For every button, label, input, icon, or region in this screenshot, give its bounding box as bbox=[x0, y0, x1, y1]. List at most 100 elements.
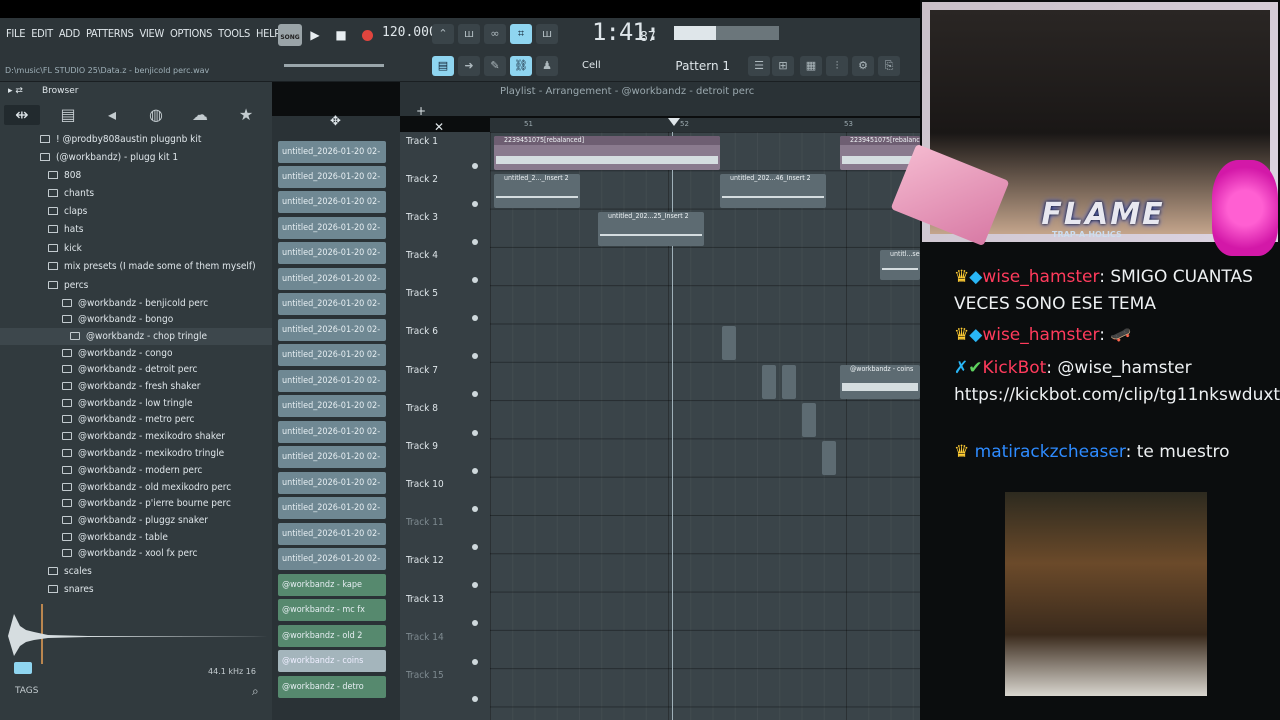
browser-toggle-icon[interactable]: ⚙ bbox=[852, 56, 874, 76]
move-icon[interactable]: ✥ bbox=[330, 114, 341, 129]
cloud-tab-icon[interactable]: ☁ bbox=[190, 105, 210, 125]
track-name[interactable]: Track 10 bbox=[406, 479, 444, 490]
browser-menu-icon[interactable]: ▸ ⇄ bbox=[8, 86, 23, 96]
picker-clip[interactable]: untitled_2026-01-20 02- bbox=[278, 344, 386, 366]
browser-folder[interactable]: 808 bbox=[0, 167, 272, 184]
browser-file[interactable]: @workbandz - p'ierre bourne perc bbox=[0, 495, 272, 512]
record-icon[interactable] bbox=[356, 24, 378, 46]
playlist-audio-clip[interactable]: @workbandz - coins bbox=[840, 365, 920, 399]
chat-username[interactable]: wise_hamster bbox=[982, 267, 1099, 287]
all-tab-icon[interactable]: ⇹ bbox=[4, 105, 40, 125]
browser-folder[interactable]: claps bbox=[0, 203, 272, 220]
track-name[interactable]: Track 6 bbox=[406, 326, 438, 337]
playlist-pattern-clip[interactable] bbox=[802, 403, 816, 437]
countdown-icon[interactable]: ∞ bbox=[484, 24, 506, 44]
playlist-pattern-clip[interactable] bbox=[762, 365, 776, 399]
picker-clip[interactable]: untitled_2026-01-20 02- bbox=[278, 319, 386, 341]
pencil-icon[interactable]: ✎ bbox=[484, 56, 506, 76]
stamp-icon[interactable]: ♟ bbox=[536, 56, 558, 76]
save-icon[interactable]: ⎘ bbox=[878, 56, 900, 76]
tempo-display[interactable]: 120.000 bbox=[382, 25, 437, 40]
link-icon[interactable]: ⛓ bbox=[510, 56, 532, 76]
stop-icon[interactable]: ■ bbox=[330, 24, 352, 46]
step-edit-icon[interactable]: ш bbox=[536, 24, 558, 44]
track-mute-led[interactable] bbox=[472, 620, 478, 626]
picker-clip[interactable]: untitled_2026-01-20 02- bbox=[278, 523, 386, 545]
picker-clip[interactable]: untitled_2026-01-20 02- bbox=[278, 395, 386, 417]
track-mute-led[interactable] bbox=[472, 315, 478, 321]
track-mute-led[interactable] bbox=[472, 696, 478, 702]
browser-file[interactable]: @workbandz - bongo bbox=[0, 311, 272, 328]
piano-roll-icon[interactable]: ▦ bbox=[800, 56, 822, 76]
playlist-audio-clip[interactable]: 2239451075[rebalanced] bbox=[494, 136, 720, 170]
playlist-audio-clip[interactable]: untitled_202...46_Insert 2 bbox=[720, 174, 826, 208]
track-mute-led[interactable] bbox=[472, 468, 478, 474]
track-name[interactable]: Track 9 bbox=[406, 441, 438, 452]
browser-folder[interactable]: mix presets (I made some of them myself) bbox=[0, 258, 272, 275]
loop-record-icon[interactable]: ⌗ bbox=[510, 24, 532, 44]
browser-folder[interactable]: ! @prodby808austin pluggnb kit bbox=[0, 131, 272, 148]
picker-clip[interactable]: untitled_2026-01-20 02- bbox=[278, 472, 386, 494]
picker-clip[interactable]: untitled_2026-01-20 02- bbox=[278, 293, 386, 315]
song-mode-button[interactable]: SONG bbox=[278, 24, 302, 46]
play-icon[interactable]: ▶ bbox=[304, 24, 326, 46]
snap-select[interactable]: Cell bbox=[568, 56, 658, 76]
browser-folder[interactable]: percs bbox=[0, 277, 272, 294]
menu-edit[interactable]: EDIT bbox=[31, 27, 53, 40]
picker-clip[interactable]: untitled_2026-01-20 02- bbox=[278, 548, 386, 570]
master-volume-slider[interactable] bbox=[284, 64, 384, 67]
picker-clip[interactable]: untitled_2026-01-20 02- bbox=[278, 268, 386, 290]
browser-file[interactable]: @workbandz - congo bbox=[0, 345, 272, 362]
track-name[interactable]: Track 2 bbox=[406, 174, 438, 185]
track-name[interactable]: Track 14 bbox=[406, 632, 444, 643]
track-mute-led[interactable] bbox=[472, 353, 478, 359]
next-icon[interactable]: ➜ bbox=[458, 56, 480, 76]
track-name[interactable]: Track 5 bbox=[406, 288, 438, 299]
browser-file[interactable]: @workbandz - low tringle bbox=[0, 395, 272, 412]
playlist-audio-clip[interactable]: untitled_202...25_Insert 2 bbox=[598, 212, 704, 246]
playhead-marker[interactable] bbox=[668, 118, 680, 126]
sample-preview-waveform[interactable] bbox=[8, 604, 268, 664]
picker-pattern[interactable]: @workbandz - kape bbox=[278, 574, 386, 596]
browser-folder[interactable]: chants bbox=[0, 185, 272, 202]
track-mute-led[interactable] bbox=[472, 201, 478, 207]
track-name[interactable]: Track 3 bbox=[406, 212, 438, 223]
preview-play-icon[interactable] bbox=[14, 662, 32, 674]
picker-pattern[interactable]: @workbandz - detro bbox=[278, 676, 386, 698]
track-name[interactable]: Track 15 bbox=[406, 670, 444, 681]
picker-clip[interactable]: untitled_2026-01-20 02- bbox=[278, 217, 386, 239]
browser-file[interactable]: @workbandz - table bbox=[0, 529, 272, 546]
track-mute-led[interactable] bbox=[472, 239, 478, 245]
playlist-pattern-clip[interactable] bbox=[722, 326, 736, 360]
menu-view[interactable]: VIEW bbox=[139, 27, 164, 40]
menu-add[interactable]: ADD bbox=[59, 27, 80, 40]
picker-clip[interactable]: untitled_2026-01-20 02- bbox=[278, 191, 386, 213]
track-name[interactable]: Track 11 bbox=[406, 517, 444, 528]
track-mute-led[interactable] bbox=[472, 163, 478, 169]
menu-file[interactable]: FILE bbox=[6, 27, 25, 40]
picker-clip[interactable]: untitled_2026-01-20 02- bbox=[278, 370, 386, 392]
track-name[interactable]: Track 13 bbox=[406, 594, 444, 605]
wait-input-icon[interactable]: ш bbox=[458, 24, 480, 44]
browser-file[interactable]: @workbandz - xool fx perc bbox=[0, 545, 272, 562]
menu-options[interactable]: OPTIONS bbox=[170, 27, 212, 40]
browser-file[interactable]: @workbandz - mexikodro tringle bbox=[0, 445, 272, 462]
menu-patterns[interactable]: PATTERNS bbox=[86, 27, 134, 40]
playlist-grid[interactable] bbox=[490, 132, 920, 720]
browser-file[interactable]: @workbandz - mexikodro shaker bbox=[0, 428, 272, 445]
picker-clip[interactable]: untitled_2026-01-20 02- bbox=[278, 166, 386, 188]
picker-clip[interactable]: untitled_2026-01-20 02- bbox=[278, 421, 386, 443]
browser-file[interactable]: @workbandz - pluggz snaker bbox=[0, 512, 272, 529]
timeline-ruler[interactable]: 51 52 53 bbox=[490, 118, 920, 132]
picker-clip[interactable]: untitled_2026-01-20 02- bbox=[278, 141, 386, 163]
picker-clip[interactable]: untitled_2026-01-20 02- bbox=[278, 242, 386, 264]
track-mute-led[interactable] bbox=[472, 544, 478, 550]
chat-username[interactable]: KickBot bbox=[983, 358, 1047, 378]
browser-folder[interactable]: scales bbox=[0, 563, 272, 580]
chat-username[interactable]: wise_hamster bbox=[982, 325, 1099, 345]
playlist-pattern-clip[interactable] bbox=[822, 441, 836, 475]
browser-file[interactable]: @workbandz - modern perc bbox=[0, 462, 272, 479]
menu-help[interactable]: HELP bbox=[256, 27, 280, 40]
track-name[interactable]: Track 8 bbox=[406, 403, 438, 414]
plugins-icon[interactable]: ⫶ bbox=[826, 56, 848, 76]
